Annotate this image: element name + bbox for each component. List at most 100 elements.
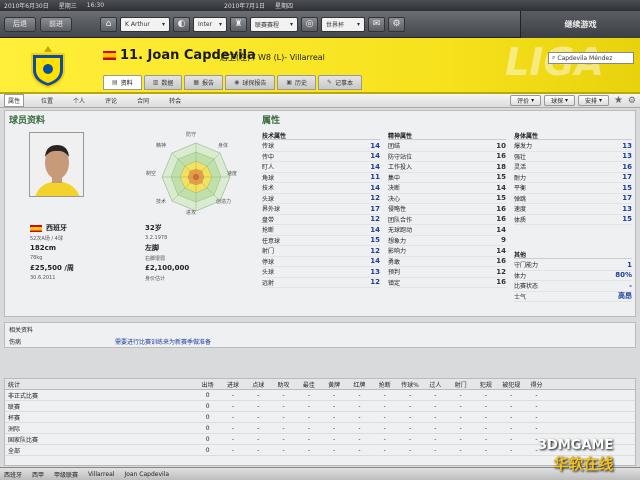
attribute-row[interactable]: 界外球 17 — [262, 204, 380, 215]
attribute-row[interactable]: 灵活 16 — [514, 162, 632, 173]
attribute-name: 停球 — [262, 258, 275, 266]
stats-column-header[interactable]: 过人 — [423, 380, 448, 389]
attribute-row[interactable]: 守门能力 1 — [514, 260, 632, 271]
stats-cell: - — [408, 446, 412, 454]
stats-column-header[interactable]: 红牌 — [347, 380, 372, 389]
stats-column-header[interactable]: 传球% — [397, 380, 422, 389]
attribute-row[interactable]: 角球 11 — [262, 173, 380, 183]
stats-column-header[interactable]: 被犯规 — [499, 380, 524, 389]
breadcrumb-nation[interactable]: 西班牙 — [4, 470, 22, 479]
attribute-row[interactable]: 决心 15 — [388, 194, 506, 204]
attribute-row[interactable]: 想象力 9 — [388, 236, 506, 246]
attribute-row[interactable]: 决断 14 — [388, 183, 506, 194]
subtab-transfer[interactable]: 转会 — [166, 95, 184, 106]
manager-select[interactable]: K Arthur ▾ — [120, 16, 170, 32]
continue-button[interactable]: 继续游戏 — [520, 11, 640, 38]
world-select[interactable]: 世界杯 ▾ — [321, 16, 365, 32]
subtab-positions[interactable]: 位置 — [38, 95, 56, 106]
attribute-row[interactable]: 体力 80% — [514, 271, 632, 281]
attribute-row[interactable]: 技术 14 — [262, 183, 380, 194]
attribute-row[interactable]: 速度 13 — [514, 204, 632, 215]
attribute-row[interactable]: 抢断 14 — [262, 225, 380, 236]
attribute-row[interactable]: 盘带 12 — [262, 215, 380, 225]
attribute-row[interactable]: 体质 15 — [514, 215, 632, 225]
home-icon[interactable]: ⌂ — [100, 16, 117, 32]
stats-row[interactable]: 洲际 0 - - - - - - - - - - - - - — [5, 423, 635, 434]
stats-column-header[interactable]: 射门 — [448, 380, 473, 389]
attribute-row[interactable]: 远射 12 — [262, 278, 380, 288]
arrange-label: 安排 — [585, 98, 598, 105]
attribute-row[interactable]: 头球 13 — [262, 267, 380, 278]
attribute-row[interactable]: 弹跳 17 — [514, 194, 632, 204]
competition-select[interactable]: 联赛赛程 ▾ — [250, 16, 298, 32]
tab-scout-report[interactable]: ◉ 球探报告 — [225, 74, 276, 90]
attribute-row[interactable]: 传中 14 — [262, 152, 380, 162]
stats-row[interactable]: 联赛 0 - - - - - - - - - - - - - — [5, 401, 635, 412]
tab-stats[interactable]: ▥ 数据 — [143, 74, 183, 90]
stats-column-header[interactable]: 抢断 — [372, 380, 397, 389]
attribute-row[interactable]: 影响力 14 — [388, 246, 506, 257]
world-icon[interactable]: ◎ — [301, 16, 318, 32]
forward-button[interactable]: 前进 — [40, 16, 72, 32]
tab-notebook[interactable]: ✎ 记事本 — [318, 74, 363, 90]
attribute-row[interactable]: 头球 12 — [262, 194, 380, 204]
attribute-row[interactable]: 比赛状态 - — [514, 281, 632, 292]
attribute-row[interactable]: 平衡 15 — [514, 183, 632, 194]
attribute-row[interactable]: 侵略性 16 — [388, 204, 506, 215]
attribute-row[interactable]: 预判 12 — [388, 267, 506, 278]
gear-icon[interactable]: ⚙ — [388, 16, 405, 32]
back-button[interactable]: 后退 — [4, 16, 36, 32]
subtab-attributes[interactable]: 属性 — [4, 94, 25, 107]
attribute-row[interactable]: 士气 高昂 — [514, 292, 632, 302]
attribute-row[interactable]: 防守站位 16 — [388, 152, 506, 162]
subtab-contract[interactable]: 合同 — [134, 95, 152, 106]
attribute-row[interactable]: 团结 10 — [388, 141, 506, 152]
stats-column-header[interactable]: 统计 — [5, 380, 195, 389]
tab-profile[interactable]: ▤ 资料 — [103, 74, 142, 90]
stats-row[interactable]: 杯赛 0 - - - - - - - - - - - - - — [5, 412, 635, 423]
attribute-row[interactable]: 集中 15 — [388, 173, 506, 183]
attribute-row[interactable]: 强壮 13 — [514, 152, 632, 162]
stats-column-header[interactable]: 得分 — [524, 380, 549, 389]
breadcrumb-league[interactable]: 西甲 — [32, 470, 44, 479]
subtab-personal[interactable]: 个人 — [70, 95, 88, 106]
arrange-button[interactable]: 安排 ▾ — [578, 95, 609, 106]
subtab-comments[interactable]: 评论 — [102, 95, 120, 106]
star-icon[interactable]: ★ — [614, 95, 623, 106]
stats-row[interactable]: 非正式比赛 0 - - - - - - - - - - - - - — [5, 390, 635, 401]
injury-text[interactable]: 需要进行比赛训练来为新赛季做准备 — [115, 337, 211, 346]
attribute-row[interactable]: 工作投入 18 — [388, 162, 506, 173]
stats-column-header[interactable]: 出场 — [195, 380, 220, 389]
attribute-row[interactable]: 团队合作 16 — [388, 215, 506, 225]
evaluate-button[interactable]: 评价 ▾ — [510, 95, 542, 106]
player-search-input[interactable]: ⌕ Capdevila Méndez — [548, 52, 634, 64]
stats-column-header[interactable]: 助攻 — [271, 380, 296, 389]
breadcrumb-division[interactable]: 甲级联赛 — [54, 470, 78, 479]
stats-column-header[interactable]: 最佳 — [296, 380, 321, 389]
trophy-icon[interactable]: ♜ — [230, 16, 247, 32]
attribute-row[interactable]: 射门 12 — [262, 246, 380, 257]
stats-column-header[interactable]: 点球 — [246, 380, 271, 389]
tab-report[interactable]: ▦ 报告 — [184, 74, 224, 90]
breadcrumb-club[interactable]: Villarreal — [88, 471, 114, 478]
tab-history[interactable]: ▣ 历史 — [277, 74, 317, 90]
attribute-row[interactable]: 爆发力 13 — [514, 141, 632, 152]
globe-icon[interactable]: ◐ — [173, 16, 190, 32]
stats-column-header[interactable]: 黄牌 — [321, 380, 346, 389]
attribute-row[interactable]: 任意球 15 — [262, 236, 380, 246]
attribute-row[interactable]: 盯人 14 — [262, 162, 380, 173]
stats-column-header[interactable]: 犯规 — [473, 380, 498, 389]
attribute-row[interactable]: 传球 14 — [262, 141, 380, 152]
attribute-row[interactable]: 无球跑动 14 — [388, 225, 506, 236]
mail-icon[interactable]: ✉ — [368, 16, 385, 32]
attribute-row[interactable]: 耐力 17 — [514, 173, 632, 183]
scout-button[interactable]: 球探 ▾ — [544, 95, 576, 106]
club-select[interactable]: Inter ▾ — [193, 16, 227, 32]
attribute-row[interactable]: 停球 14 — [262, 257, 380, 267]
stats-column-header[interactable]: 进球 — [220, 380, 245, 389]
attribute-row[interactable]: 勇敢 16 — [388, 257, 506, 267]
stats-cell: - — [434, 446, 437, 454]
attribute-row[interactable]: 镇定 16 — [388, 278, 506, 288]
breadcrumb-player[interactable]: Joan Capdevila — [124, 471, 169, 478]
settings-icon[interactable]: ⚙ — [628, 96, 636, 106]
